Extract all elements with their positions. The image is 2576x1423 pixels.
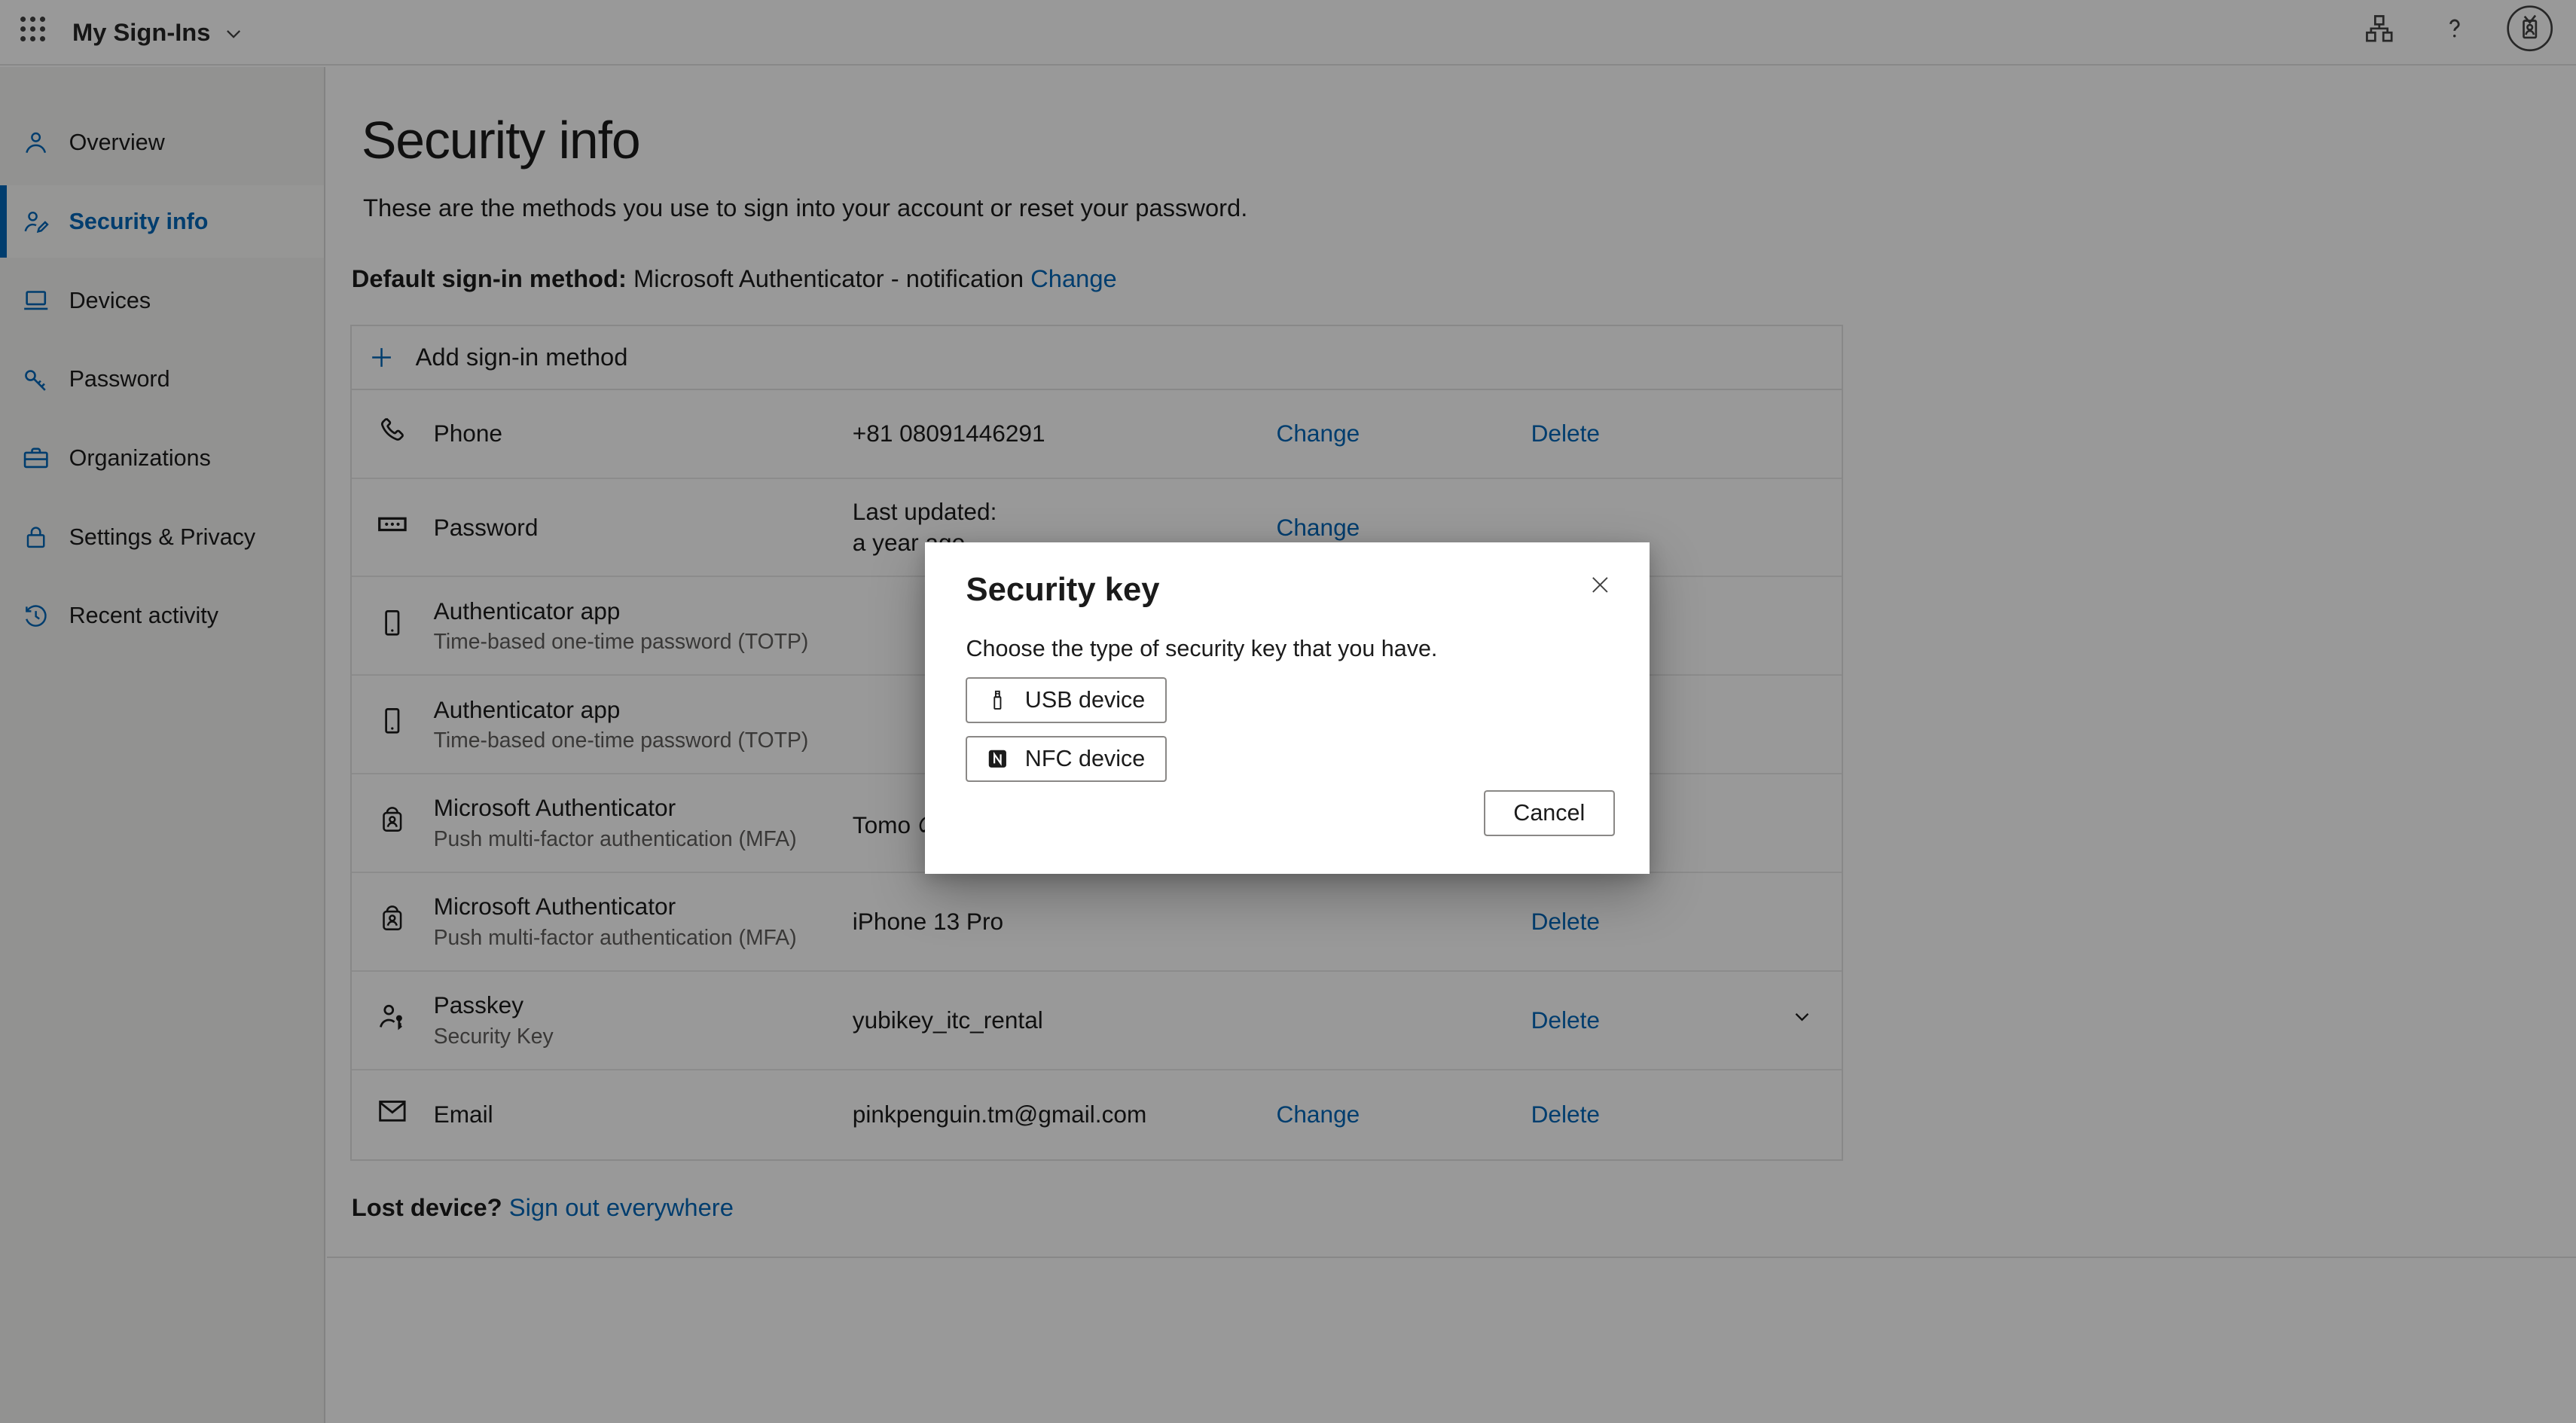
- dialog-description: Choose the type of security key that you…: [966, 634, 1608, 664]
- security-key-dialog: Security key Choose the type of security…: [925, 542, 1650, 875]
- dialog-title: Security key: [966, 569, 1608, 612]
- cancel-button[interactable]: Cancel: [1484, 790, 1615, 836]
- nfc-icon: [985, 747, 1010, 771]
- my-signins-page: My Sign-Ins: [0, 0, 2576, 1423]
- device-button-label: USB device: [1025, 687, 1145, 713]
- device-button-label: NFC device: [1025, 746, 1145, 772]
- dialog-options: USB device NFC device: [966, 677, 1608, 783]
- usb-device-button[interactable]: USB device: [966, 677, 1166, 723]
- close-icon: [1588, 573, 1613, 603]
- usb-icon: [985, 688, 1010, 713]
- nfc-device-button[interactable]: NFC device: [966, 736, 1166, 782]
- close-button[interactable]: [1580, 569, 1619, 608]
